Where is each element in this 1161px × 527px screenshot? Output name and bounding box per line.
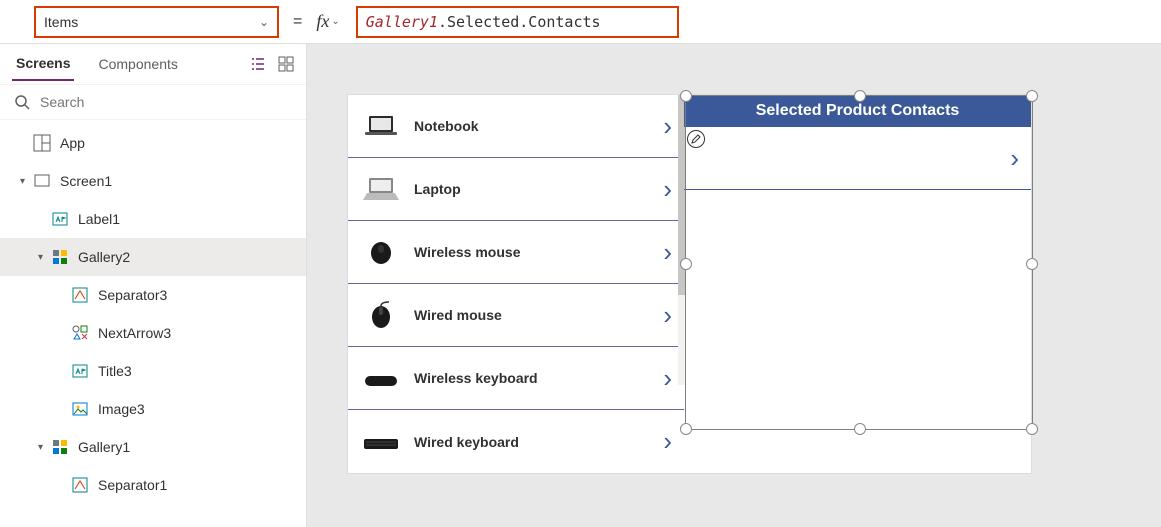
tree-item-image3[interactable]: Image3 [0,390,306,428]
gallery-icon [50,437,70,457]
tree-item-separator1[interactable]: Separator1 [0,466,306,504]
edit-template-button[interactable] [687,130,705,148]
chevron-right-icon[interactable]: › [663,174,672,205]
chevron-down-icon[interactable]: ⌄ [331,16,339,27]
canvas-area: Notebook › Laptop › Wireless mouse › Wir… [307,44,1161,527]
formula-bar: Items ⌄ = fx ⌄ Gallery1.Selected.Contact… [0,0,1161,44]
property-selector[interactable]: Items ⌄ [34,6,279,38]
tree-label: App [60,135,85,151]
tree-label: Label1 [78,211,120,227]
tree-label: Separator1 [98,477,167,493]
chevron-right-icon[interactable]: › [663,300,672,331]
product-title: Notebook [414,118,479,134]
formula-gallery-ref: Gallery1 [366,13,438,31]
product-image [360,300,402,330]
product-image [360,237,402,267]
tree-label: Gallery1 [78,439,130,455]
chevron-right-icon[interactable]: › [663,426,672,457]
product-title: Wireless keyboard [414,370,538,386]
chevron-right-icon[interactable]: › [663,363,672,394]
chevron-down-icon: ⌄ [259,15,269,29]
product-image [360,427,402,457]
resize-handle[interactable] [1026,90,1038,102]
product-image [360,174,402,204]
tree-view-panel: Screens Components App [0,44,307,527]
tree-label: Screen1 [60,173,112,189]
tab-components[interactable]: Components [94,48,181,80]
formula-rest: .Selected.Contacts [438,13,601,31]
resize-handle[interactable] [1026,423,1038,435]
screen-icon [32,171,52,191]
product-title: Laptop [414,181,461,197]
search-icon [14,94,30,110]
product-title: Wired mouse [414,307,502,323]
tree-item-title3[interactable]: Title3 [0,352,306,390]
resize-handle[interactable] [854,423,866,435]
caret-icon: ▾ [20,176,32,187]
search-input[interactable] [40,94,292,110]
gallery1[interactable]: Notebook › Laptop › Wireless mouse › Wir… [348,95,684,473]
gallery-icon [50,247,70,267]
gallery-item[interactable]: Laptop › [348,158,684,221]
tree-label: Title3 [98,363,132,379]
chevron-right-icon[interactable]: › [663,237,672,268]
label-icon [50,209,70,229]
separator-icon [70,475,90,495]
caret-icon: ▾ [38,252,50,263]
tabs: Screens Components [0,44,306,84]
caret-icon: ▾ [38,442,50,453]
tree-item-gallery2[interactable]: ▾ Gallery2 [0,238,306,276]
tree-item-screen1[interactable]: ▾ Screen1 [0,162,306,200]
property-selector-value: Items [44,14,78,30]
equals-sign: = [293,13,302,31]
selection-box [685,95,1033,430]
tree-label: Separator3 [98,287,167,303]
tree-label: Gallery2 [78,249,130,265]
chevron-right-icon[interactable]: › [663,111,672,142]
canvas[interactable]: Notebook › Laptop › Wireless mouse › Wir… [347,94,1032,474]
resize-handle[interactable] [680,90,692,102]
product-image [360,363,402,393]
gallery-item[interactable]: Wired keyboard › [348,410,684,473]
search-row [0,84,306,120]
shapes-icon [70,323,90,343]
tab-screens[interactable]: Screens [12,47,74,81]
resize-handle[interactable] [1026,258,1038,270]
gallery-item[interactable]: Notebook › [348,95,684,158]
gallery-item[interactable]: Wireless mouse › [348,221,684,284]
label-icon [70,361,90,381]
gallery-item[interactable]: Wireless keyboard › [348,347,684,410]
tree-item-label1[interactable]: Label1 [0,200,306,238]
product-title: Wireless mouse [414,244,520,260]
resize-handle[interactable] [680,258,692,270]
resize-handle[interactable] [854,90,866,102]
separator-icon [70,285,90,305]
product-title: Wired keyboard [414,434,519,450]
product-image [360,111,402,141]
tree: App ▾ Screen1 Label1 ▾ Gallery2 Separato… [0,120,306,527]
tree-item-gallery1[interactable]: ▾ Gallery1 [0,428,306,466]
grid-icon[interactable] [278,56,294,72]
tree-label: Image3 [98,401,145,417]
resize-handle[interactable] [680,423,692,435]
tree-item-nextarrow3[interactable]: NextArrow3 [0,314,306,352]
tree-options-icon[interactable] [250,56,266,72]
gallery-item[interactable]: Wired mouse › [348,284,684,347]
tree-item-separator3[interactable]: Separator3 [0,276,306,314]
fx-icon: fx [316,11,329,32]
image-icon [70,399,90,419]
app-icon [32,133,52,153]
formula-input[interactable]: Gallery1.Selected.Contacts [356,6,679,38]
tree-item-app[interactable]: App [0,124,306,162]
tree-label: NextArrow3 [98,325,171,341]
